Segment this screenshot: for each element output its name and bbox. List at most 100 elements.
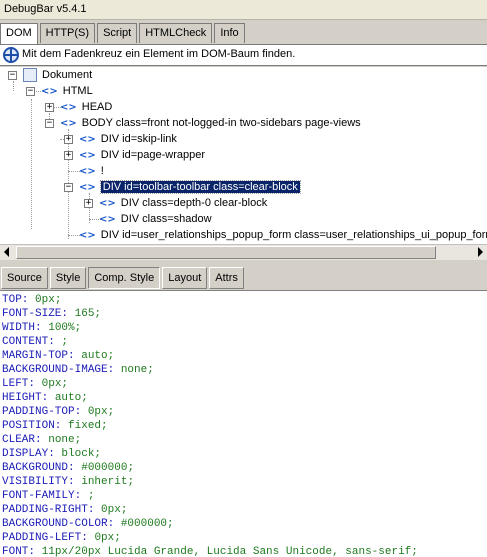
- style-value: block;: [61, 448, 102, 460]
- tree-node-html[interactable]: − <> HTML: [26, 83, 93, 99]
- tree-node-shadow[interactable]: <> DIV class=shadow: [99, 211, 212, 227]
- tree-node-toolbar[interactable]: − <> DIV id=toolbar-toolbar class=clear-…: [64, 179, 301, 195]
- tab-htmlcheck[interactable]: HTMLCheck: [139, 23, 213, 43]
- tab-source[interactable]: Source: [1, 267, 48, 289]
- tab-attrs[interactable]: Attrs: [209, 267, 244, 289]
- scroll-right-icon[interactable]: [478, 247, 483, 257]
- tree-node-user-relationships-popup[interactable]: <> DIV id=user_relationships_popup_form …: [79, 227, 487, 243]
- style-value: #000000;: [81, 462, 135, 474]
- style-value: 0px;: [35, 294, 62, 306]
- style-value: 0px;: [41, 378, 69, 390]
- style-property: HEIGHT:: [2, 392, 49, 404]
- style-value: fixed;: [68, 420, 108, 432]
- tag-icon: <>: [41, 85, 58, 97]
- style-value: 0px;: [87, 406, 115, 418]
- style-value: ;: [61, 336, 69, 348]
- tag-icon: <>: [99, 213, 116, 225]
- tree-node-label: HEAD: [81, 101, 113, 113]
- tab-info[interactable]: Info: [214, 23, 245, 43]
- tag-icon: <>: [79, 181, 96, 193]
- style-row: WIDTH: 100%;: [2, 321, 487, 335]
- dom-tree[interactable]: − Dokument − <> HTML + <> HEAD − <> BODY…: [0, 67, 487, 244]
- collapse-toggle[interactable]: −: [26, 86, 35, 96]
- tree-node-body[interactable]: − <> BODY class=front not-logged-in two-…: [45, 115, 361, 131]
- tree-node-depth-0[interactable]: + <> DIV class=depth-0 clear-block: [84, 195, 267, 211]
- crosshair-hint-bar: Mit dem Fadenkreuz ein Element im DOM-Ba…: [0, 44, 487, 66]
- style-property: BACKGROUND-IMAGE:: [2, 364, 115, 376]
- tree-node-label: BODY class=front not-logged-in two-sideb…: [81, 117, 361, 129]
- style-property: LEFT:: [2, 378, 36, 390]
- tag-icon: <>: [60, 101, 77, 113]
- style-row: BACKGROUND-IMAGE: none;: [2, 363, 487, 377]
- style-property: VISIBILITY:: [2, 476, 75, 488]
- tab-layout[interactable]: Layout: [162, 267, 208, 289]
- expand-toggle[interactable]: +: [84, 198, 93, 208]
- tree-node-label-selected: DIV id=toolbar-toolbar class=clear-block: [99, 180, 301, 194]
- style-value: ;: [87, 490, 95, 502]
- style-row: DISPLAY: block;: [2, 447, 487, 461]
- tag-icon: <>: [79, 133, 96, 145]
- style-row: FONT-FAMILY: ;: [2, 489, 487, 503]
- tree-node-comment[interactable]: <> !: [79, 163, 104, 179]
- style-property: DISPLAY:: [2, 448, 55, 460]
- tab-https[interactable]: HTTP(S): [39, 23, 96, 43]
- collapse-toggle[interactable]: −: [45, 118, 54, 128]
- tree-node-label: DIV id=user_relationships_popup_form cla…: [100, 229, 487, 241]
- style-value: auto;: [54, 392, 88, 404]
- tree-node-document[interactable]: − Dokument: [8, 67, 92, 83]
- style-row: PADDING-TOP: 0px;: [2, 405, 487, 419]
- style-row: VISIBILITY: inherit;: [2, 475, 487, 489]
- tree-node-label: HTML: [62, 85, 93, 97]
- tree-node-label: DIV class=depth-0 clear-block: [120, 197, 268, 209]
- style-property: PADDING-LEFT:: [2, 532, 88, 544]
- scroll-thumb[interactable]: [16, 246, 436, 259]
- style-value: 165;: [74, 308, 102, 320]
- expand-toggle[interactable]: +: [45, 102, 54, 112]
- style-row: POSITION: fixed;: [2, 419, 487, 433]
- computed-style-panel[interactable]: TOP: 0px; FONT-SIZE: 165; WIDTH: 100%; C…: [0, 290, 487, 557]
- collapse-toggle[interactable]: −: [8, 70, 17, 80]
- tree-node-head[interactable]: + <> HEAD: [45, 99, 112, 115]
- style-row: BACKGROUND-COLOR: #000000;: [2, 517, 487, 531]
- tree-node-page-wrapper[interactable]: + <> DIV id=page-wrapper: [64, 147, 205, 163]
- crosshair-icon[interactable]: [3, 47, 19, 63]
- collapse-toggle[interactable]: −: [64, 182, 73, 192]
- tree-node-label: DIV id=skip-link: [100, 133, 177, 145]
- expand-toggle[interactable]: +: [64, 150, 73, 160]
- main-tabs: DOM HTTP(S) Script HTMLCheck Info: [0, 23, 247, 44]
- tree-horizontal-scrollbar[interactable]: [0, 244, 487, 260]
- tag-icon: <>: [99, 197, 116, 209]
- style-value: none;: [48, 434, 82, 446]
- style-property: PADDING-TOP:: [2, 406, 82, 418]
- style-value: 11px/20px Lucida Grande, Lucida Sans Uni…: [41, 546, 418, 557]
- style-property: POSITION:: [2, 420, 62, 432]
- style-row: FONT: 11px/20px Lucida Grande, Lucida Sa…: [2, 545, 487, 557]
- style-property: CLEAR:: [2, 434, 42, 446]
- style-value: 100%;: [48, 322, 82, 334]
- expand-toggle[interactable]: +: [64, 134, 73, 144]
- style-property: CONTENT:: [2, 336, 55, 348]
- style-row: CLEAR: none;: [2, 433, 487, 447]
- window-title: DebugBar v5.4.1: [0, 0, 487, 20]
- style-property: BACKGROUND-COLOR:: [2, 518, 115, 530]
- style-property: FONT:: [2, 546, 36, 557]
- style-row: TOP: 0px;: [2, 293, 487, 307]
- style-value: 0px;: [94, 532, 121, 544]
- style-row: PADDING-RIGHT: 0px;: [2, 503, 487, 517]
- tab-script[interactable]: Script: [97, 23, 138, 43]
- tag-icon: <>: [79, 229, 96, 241]
- style-property: FONT-SIZE:: [2, 308, 69, 320]
- tree-node-label: DIV class=shadow: [120, 213, 212, 225]
- tab-style[interactable]: Style: [49, 267, 87, 289]
- style-property: WIDTH:: [2, 322, 42, 334]
- style-property: TOP:: [2, 294, 29, 306]
- style-value: 0px;: [101, 504, 128, 516]
- tab-dom[interactable]: DOM: [0, 23, 38, 44]
- scroll-left-icon[interactable]: [4, 247, 9, 257]
- tree-node-skip-link[interactable]: + <> DIV id=skip-link: [64, 131, 177, 147]
- pane-splitter[interactable]: [0, 260, 487, 265]
- tree-node-label: !: [100, 165, 104, 177]
- style-row: MARGIN-TOP: auto;: [2, 349, 487, 363]
- document-icon: [23, 68, 37, 82]
- tab-comp-style[interactable]: Comp. Style: [88, 267, 161, 289]
